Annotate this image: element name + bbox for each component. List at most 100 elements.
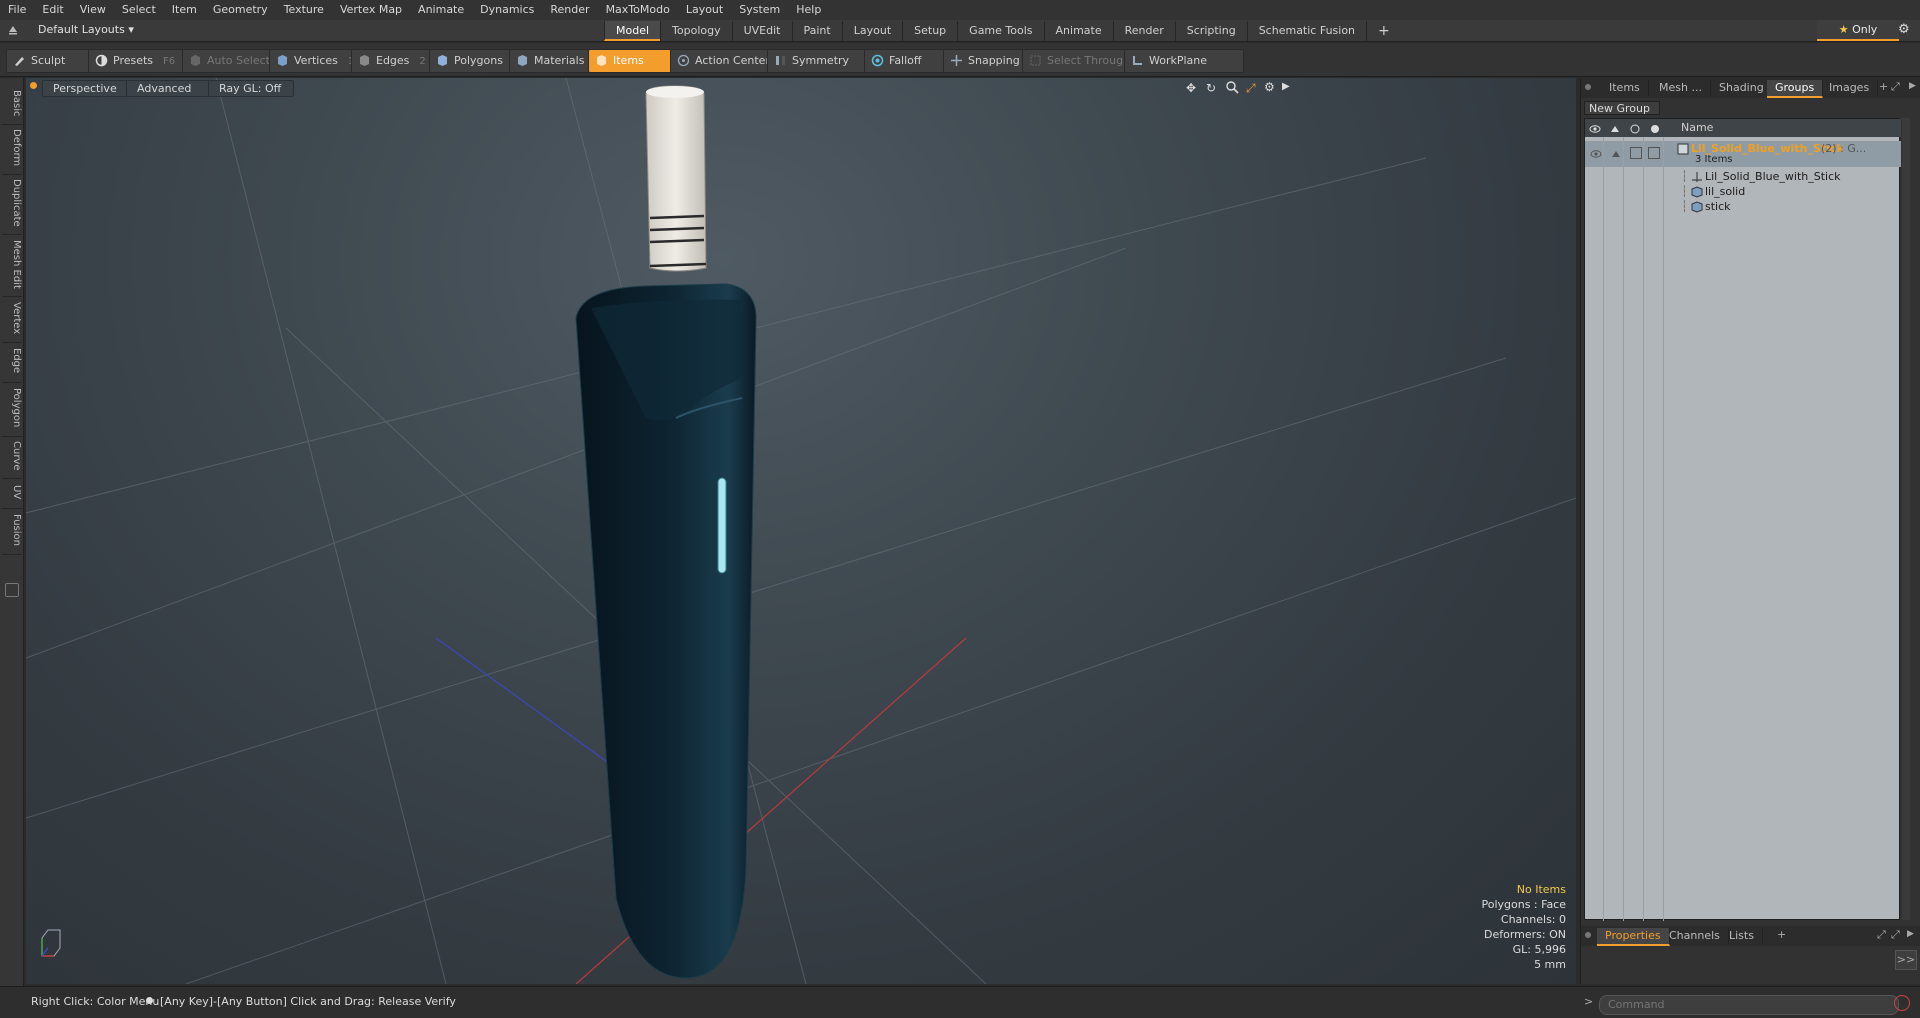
rotate-icon[interactable]: ↻ [1206,81,1220,95]
panel-expand-arrow-icon[interactable]: ▶ [1909,81,1916,91]
tool-tabs-strip: Basic Deform Duplicate Mesh Edit Vertex … [0,78,24,986]
properties-menu-dot-icon[interactable] [1585,932,1591,938]
left-tab-vertex[interactable]: Vertex [2,294,22,343]
new-group-button[interactable]: New Group [1584,101,1660,115]
visibility-eye-icon[interactable] [1589,122,1603,134]
layout-selector[interactable]: Default Layouts ▾ [38,23,134,36]
add-properties-tab-plus-icon[interactable]: + [1777,928,1786,941]
raygl-button[interactable]: Ray GL: Off [208,80,294,97]
menu-animate[interactable]: Animate [410,0,472,20]
add-tab-plus-icon[interactable]: + [1366,21,1401,41]
group-visibility-eye-icon[interactable] [1590,147,1604,159]
heated-device-model[interactable] [546,78,806,984]
symmetry-button[interactable]: Symmetry [767,49,879,73]
name-column-header: Name [1681,121,1714,134]
add-panel-tab-plus-icon[interactable]: + [1879,80,1888,93]
tab-scripting[interactable]: Scripting [1174,21,1247,41]
menu-texture[interactable]: Texture [276,0,332,20]
left-tab-deform[interactable]: Deform [2,122,22,175]
menu-item[interactable]: Item [164,0,205,20]
tab-items[interactable]: Items [1601,80,1649,96]
left-tab-duplicate[interactable]: Duplicate [2,172,22,235]
tab-layout[interactable]: Layout [841,21,902,41]
left-tab-fusion[interactable]: Fusion [2,506,22,555]
only-button[interactable]: ★ Only [1817,20,1899,41]
group-select-checkbox[interactable] [1648,147,1660,159]
command-clear-icon[interactable] [1894,995,1910,1011]
menu-bar: File Edit View Select Item Geometry Text… [0,0,1920,20]
tab-paint[interactable]: Paint [791,21,842,41]
viewport-menu-dot-icon[interactable] [30,82,37,89]
menu-vertex-map[interactable]: Vertex Map [332,0,410,20]
viewport-gear-icon[interactable]: ⚙ [1264,80,1278,94]
tab-lists[interactable]: Lists [1721,928,1763,944]
left-tab-curve[interactable]: Curve [2,434,22,479]
menu-help[interactable]: Help [788,0,829,20]
group-lock-checkbox[interactable] [1630,147,1642,159]
tab-schematic-fusion[interactable]: Schematic Fusion [1246,21,1366,41]
menu-file[interactable]: File [0,0,34,20]
tab-game-tools[interactable]: Game Tools [957,21,1043,41]
properties-maximize-icon[interactable]: ⤢ [1877,928,1886,942]
tab-setup[interactable]: Setup [902,21,957,41]
status-bar: Right Click: Color Menu [Any Key]-[Any B… [0,986,1920,1018]
gear-icon[interactable]: ⚙ [1898,22,1914,38]
command-input[interactable] [1599,995,1899,1015]
tree-branch-icon: ┆ [1681,200,1688,213]
menu-layout[interactable]: Layout [678,0,731,20]
list-item[interactable]: ┆ stick [1585,198,1901,216]
left-tab-basic[interactable]: Basic [2,82,22,125]
select-toggle-icon[interactable] [1649,122,1663,134]
tab-model[interactable]: Model [604,21,661,41]
left-strip-toggle-icon[interactable] [5,583,19,597]
menu-maxtomodo[interactable]: MaxToModo [598,0,678,20]
left-tab-polygon[interactable]: Polygon [2,380,22,437]
list-scrollbar[interactable] [1902,118,1910,920]
left-tab-mesh-edit[interactable]: Mesh Edit [2,232,22,297]
menu-view[interactable]: View [72,0,114,20]
panel-maximize-icon[interactable]: ⤢ [1891,80,1900,94]
tab-channels[interactable]: Channels [1661,928,1729,944]
layout-up-arrow-icon[interactable] [8,25,18,35]
menu-select[interactable]: Select [114,0,164,20]
tab-topology[interactable]: Topology [660,21,732,41]
tab-shading[interactable]: Shading [1711,80,1773,96]
viewport-expand-arrow-icon[interactable]: ▶ [1282,81,1292,95]
3d-viewport[interactable]: Perspective Advanced Ray GL: Off ✥ ↻ ⤢ ⚙… [26,78,1576,984]
panel-menu-dot-icon[interactable] [1585,84,1591,90]
tab-render[interactable]: Render [1112,21,1175,41]
menu-dynamics[interactable]: Dynamics [472,0,542,20]
tab-images[interactable]: Images [1821,80,1879,96]
expand-properties-button[interactable]: >> [1895,950,1917,970]
column-divider [1663,137,1664,921]
workplane-button[interactable]: WorkPlane [1124,49,1244,73]
left-tab-uv[interactable]: UV [2,476,22,509]
properties-expand-arrow-icon[interactable]: ▶ [1907,929,1914,939]
info-channels: Channels: 0 [1500,913,1566,926]
tab-properties[interactable]: Properties [1597,928,1670,946]
status-hint-verify: [Any Key]-[Any Button] Click and Drag: R… [160,995,456,1008]
tab-animate[interactable]: Animate [1043,21,1113,41]
left-tab-edge[interactable]: Edge [2,340,22,383]
menu-geometry[interactable]: Geometry [205,0,276,20]
tab-groups[interactable]: Groups [1767,80,1824,98]
action-center-icon [677,54,690,67]
command-prompt-arrow-icon: > [1584,995,1594,1008]
view-perspective-button[interactable]: Perspective [42,80,128,97]
group-row[interactable]: Lil_Solid_Blue_with_Stick (2) : G... 3 I… [1585,141,1901,167]
menu-system[interactable]: System [731,0,788,20]
menu-render[interactable]: Render [542,0,597,20]
tab-uvedit[interactable]: UVEdit [731,21,792,41]
tab-mesh[interactable]: Mesh ... [1651,80,1711,96]
pan-icon[interactable]: ✥ [1186,81,1200,95]
group-render-icon[interactable] [1610,147,1624,159]
maximize-icon[interactable]: ⤢ [1246,81,1260,95]
shading-advanced-button[interactable]: Advanced [126,80,212,97]
lock-icon[interactable] [1629,122,1643,134]
menu-edit[interactable]: Edit [34,0,71,20]
info-gl: GL: 5,996 [1512,943,1566,956]
locator-icon [1691,171,1703,183]
render-toggle-icon[interactable] [1609,122,1623,134]
zoom-icon[interactable] [1226,81,1240,95]
properties-popout-icon[interactable]: ⤢ [1891,928,1900,942]
